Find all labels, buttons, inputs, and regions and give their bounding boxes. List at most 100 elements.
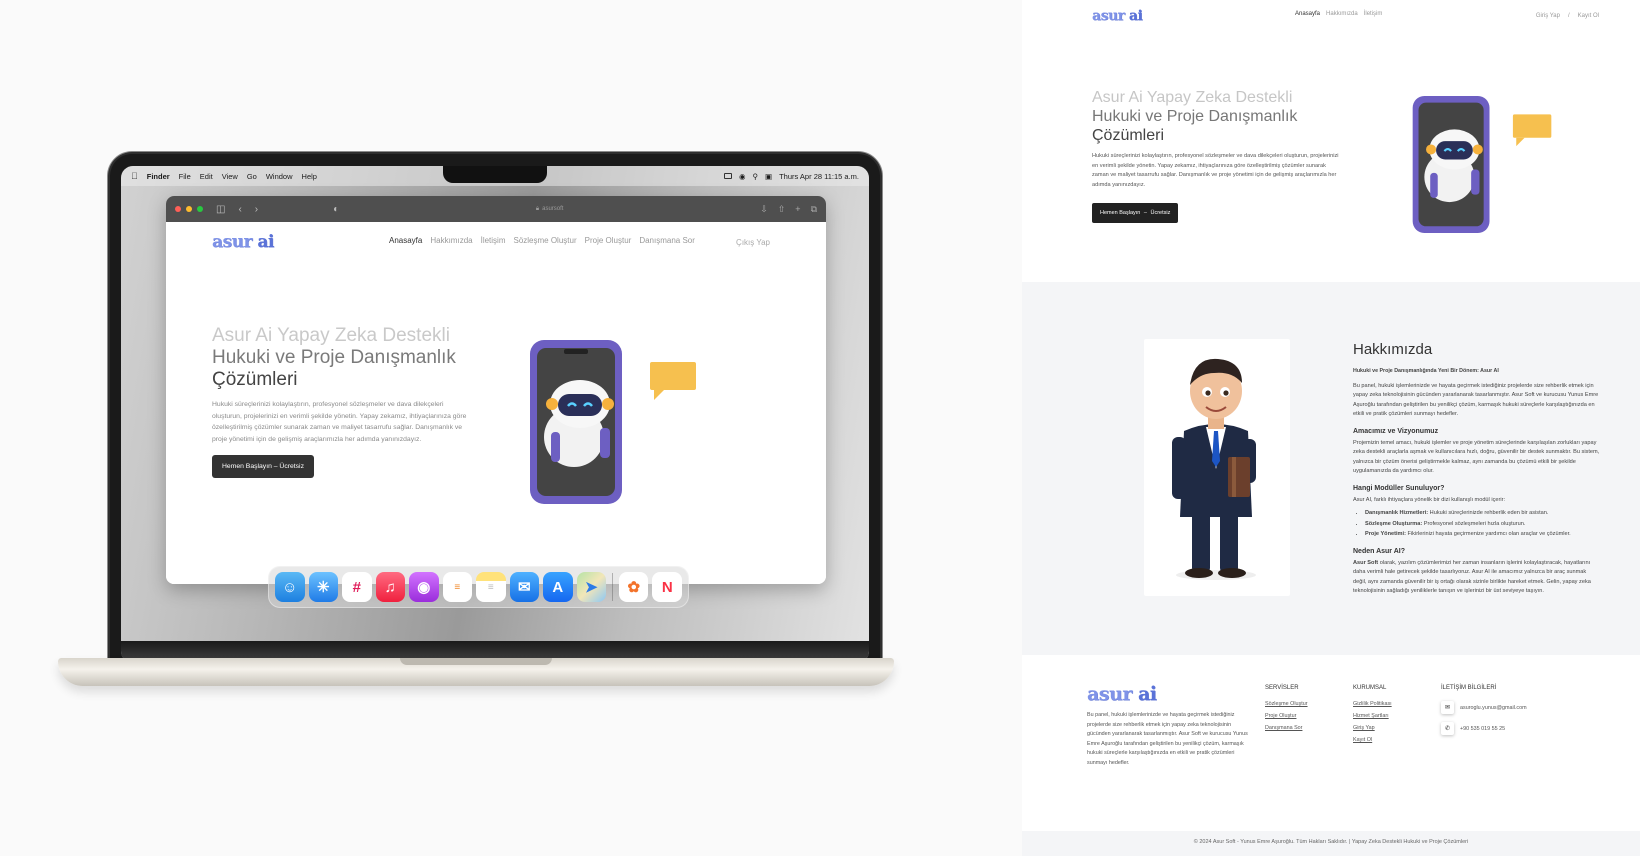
mac-dock: ☺ ✳ # ♫ ◉ ≡ ≡ ✉ A ➤ ✿ N	[268, 566, 689, 608]
wifi-icon[interactable]: ◉	[739, 172, 746, 181]
menubar-clock[interactable]: Thurs Apr 28 11:15 a.m.	[779, 172, 859, 181]
footer-link-terms[interactable]: Hizmet Şartları	[1353, 713, 1392, 719]
spotlight-icon[interactable]: ⚲	[753, 172, 759, 181]
page-hero: Asur Ai Yapay Zeka Destekli Hukuki ve Pr…	[1092, 88, 1342, 224]
laptop-base	[58, 658, 894, 686]
menu-app-name[interactable]: Finder	[147, 172, 170, 181]
footer-description: Bu panel, hukuki işlemlerinizde ve hayat…	[1087, 712, 1248, 766]
laptop-lid:  Finder File Edit View Go Window Help ◉…	[110, 154, 880, 679]
corporate-title: KURUMSAL	[1353, 685, 1387, 691]
hero-section: asur ai Anasayfa Hakkımızda İletişim Gir…	[1022, 0, 1640, 282]
nav-sozlesme-olustur[interactable]: Sözleşme Oluştur	[513, 236, 576, 245]
businessman-illustration	[1144, 339, 1290, 596]
page-logo[interactable]: asur ai	[1092, 8, 1143, 24]
nav-danismana-sor[interactable]: Danışmana Sor	[639, 236, 695, 245]
footer-link-privacy[interactable]: Gizlilik Politikası	[1353, 701, 1392, 707]
apple-icon[interactable]: 	[131, 171, 138, 181]
new-tab-icon[interactable]: +	[795, 204, 800, 215]
about-intro: Bu panel, hukuki işlemlerinizde ve hayat…	[1353, 382, 1599, 418]
about-subtitle: Hukuki ve Proje Danışmanlığında Yeni Bir…	[1353, 368, 1499, 374]
footer-contact: İLETİŞİM BİLGİLERİ ✉ asuroglu.yunus@gmai…	[1441, 685, 1527, 743]
mail-icon[interactable]: ✉	[509, 572, 539, 602]
hero-text: Hukuki süreçlerinizi kolaylaştırın, prof…	[212, 401, 467, 443]
menu-view[interactable]: View	[222, 172, 238, 181]
modules-list: Danışmanlık Hizmetleri: Hukuki süreçleri…	[1365, 509, 1600, 540]
music-icon[interactable]: ♫	[375, 572, 405, 602]
hero-title: Asur Ai Yapay Zeka Destekli Hukuki ve Pr…	[212, 325, 472, 391]
auth-links: Giriş Yap / Kayıt Ol	[1536, 13, 1599, 19]
tabs-overview-icon[interactable]: ⧉	[811, 204, 817, 215]
hero-cta-button[interactable]: Hemen Başlayın – Ücretsiz	[212, 455, 314, 478]
footer-logo[interactable]: asur ai	[1087, 683, 1157, 705]
footer-link-proje-olustur[interactable]: Proje Oluştur	[1265, 713, 1308, 719]
news-icon[interactable]: N	[652, 572, 682, 602]
back-icon[interactable]: ‹	[238, 204, 241, 215]
laptop-mockup:  Finder File Edit View Go Window Help ◉…	[58, 154, 934, 719]
battery-icon[interactable]	[723, 173, 732, 179]
share-icon[interactable]: ⇧	[778, 204, 786, 215]
email-icon: ✉	[1441, 701, 1454, 714]
email-text[interactable]: asuroglu.yunus@gmail.com	[1460, 705, 1527, 711]
why-heading: Neden Asur AI?	[1353, 547, 1405, 555]
control-center-icon[interactable]: ▣	[765, 172, 772, 181]
close-window-icon[interactable]	[175, 206, 181, 212]
sidebar-toggle-icon[interactable]: ◫	[216, 204, 225, 215]
site-nav-links: Anasayfa Hakkımızda İletişim Sözleşme Ol…	[389, 236, 695, 245]
reminders-icon[interactable]: ≡	[442, 572, 472, 602]
footer-link-register[interactable]: Kayıt Ol	[1353, 737, 1392, 743]
nav-anasayfa[interactable]: Anasayfa	[389, 236, 422, 245]
maps-icon[interactable]: ➤	[576, 572, 606, 602]
nav-iletisim[interactable]: İletişim	[481, 236, 506, 245]
footer-link-sozlesme-olustur[interactable]: Sözleşme Oluştur	[1265, 701, 1308, 707]
robot-phone-illustration	[530, 340, 696, 515]
menu-help[interactable]: Help	[302, 172, 317, 181]
hero-title-line2: Hukuki ve Proje Danışmanlık	[212, 347, 456, 368]
podcasts-icon[interactable]: ◉	[409, 572, 439, 602]
safari-window: ◫ ‹ › ◐ 🔒︎ asursoft ⇩ ⇧ + ⧉ asur ai Anas…	[166, 196, 826, 584]
contact-phone: ✆ +90 535 019 55 25	[1441, 722, 1527, 735]
privacy-shield-icon[interactable]: ◐	[333, 204, 339, 215]
safari-icon[interactable]: ✳	[308, 572, 338, 602]
nav-proje-olustur[interactable]: Proje Oluştur	[585, 236, 632, 245]
forward-icon[interactable]: ›	[255, 204, 258, 215]
site-logo[interactable]: asur ai	[212, 232, 274, 252]
nav-hakkimizda[interactable]: Hakkımızda	[1326, 11, 1358, 17]
hero-cta-button[interactable]: Hemen Başlayın – Ücretsiz	[1092, 203, 1179, 224]
hero-title-line3: Çözümleri	[212, 369, 298, 390]
lock-icon: 🔒︎	[535, 205, 540, 212]
menu-file[interactable]: File	[179, 172, 191, 181]
list-item: Sözleşme Oluşturma: Profesyonel sözleşme…	[1365, 520, 1600, 530]
vision-heading: Amacımız ve Vizyonumuz	[1353, 427, 1439, 435]
list-item: Danışmanlık Hizmetleri: Hukuki süreçleri…	[1365, 509, 1600, 519]
nav-anasayfa[interactable]: Anasayfa	[1295, 11, 1320, 17]
address-bar[interactable]: 🔒︎ asursoft	[344, 206, 755, 213]
menu-window[interactable]: Window	[266, 172, 293, 181]
zoom-window-icon[interactable]	[197, 206, 203, 212]
app-store-icon[interactable]: A	[543, 572, 573, 602]
register-link[interactable]: Kayıt Ol	[1578, 13, 1599, 19]
menu-edit[interactable]: Edit	[200, 172, 213, 181]
phone-text[interactable]: +90 535 019 55 25	[1460, 726, 1505, 732]
login-link[interactable]: Giriş Yap	[1536, 13, 1560, 19]
finder-icon[interactable]: ☺	[275, 572, 305, 602]
logout-link[interactable]: Çıkış Yap	[736, 238, 770, 247]
copyright: © 2024 Asur Soft - Yunus Emre Aşuroğlu. …	[1193, 839, 1469, 845]
address-text: asursoft	[542, 206, 564, 212]
auth-separator: /	[1567, 13, 1570, 19]
menu-go[interactable]: Go	[247, 172, 257, 181]
nav-hakkimizda[interactable]: Hakkımızda	[430, 236, 472, 245]
slack-icon[interactable]: #	[342, 572, 372, 602]
footer-link-danismana-sor[interactable]: Danışmana Sor	[1265, 725, 1308, 731]
hero-title-line2: Hukuki ve Proje Danışmanlık	[1092, 108, 1298, 125]
download-icon[interactable]: ⇩	[760, 204, 768, 215]
minimize-window-icon[interactable]	[186, 206, 192, 212]
nav-iletisim[interactable]: İletişim	[1364, 11, 1383, 17]
contact-title: İLETİŞİM BİLGİLERİ	[1441, 685, 1497, 691]
laptop-site: asur ai Anasayfa Hakkımızda İletişim Söz…	[166, 222, 826, 584]
photos-icon[interactable]: ✿	[618, 572, 649, 602]
footer-link-login[interactable]: Giriş Yap	[1353, 725, 1392, 731]
services-title: SERVİSLER	[1265, 685, 1299, 691]
footer-corporate: KURUMSAL Gizlilik Politikası Hizmet Şart…	[1353, 685, 1392, 749]
notes-icon[interactable]: ≡	[476, 572, 506, 602]
site-footer: asur ai Bu panel, hukuki işlemlerinizde …	[1022, 655, 1640, 831]
